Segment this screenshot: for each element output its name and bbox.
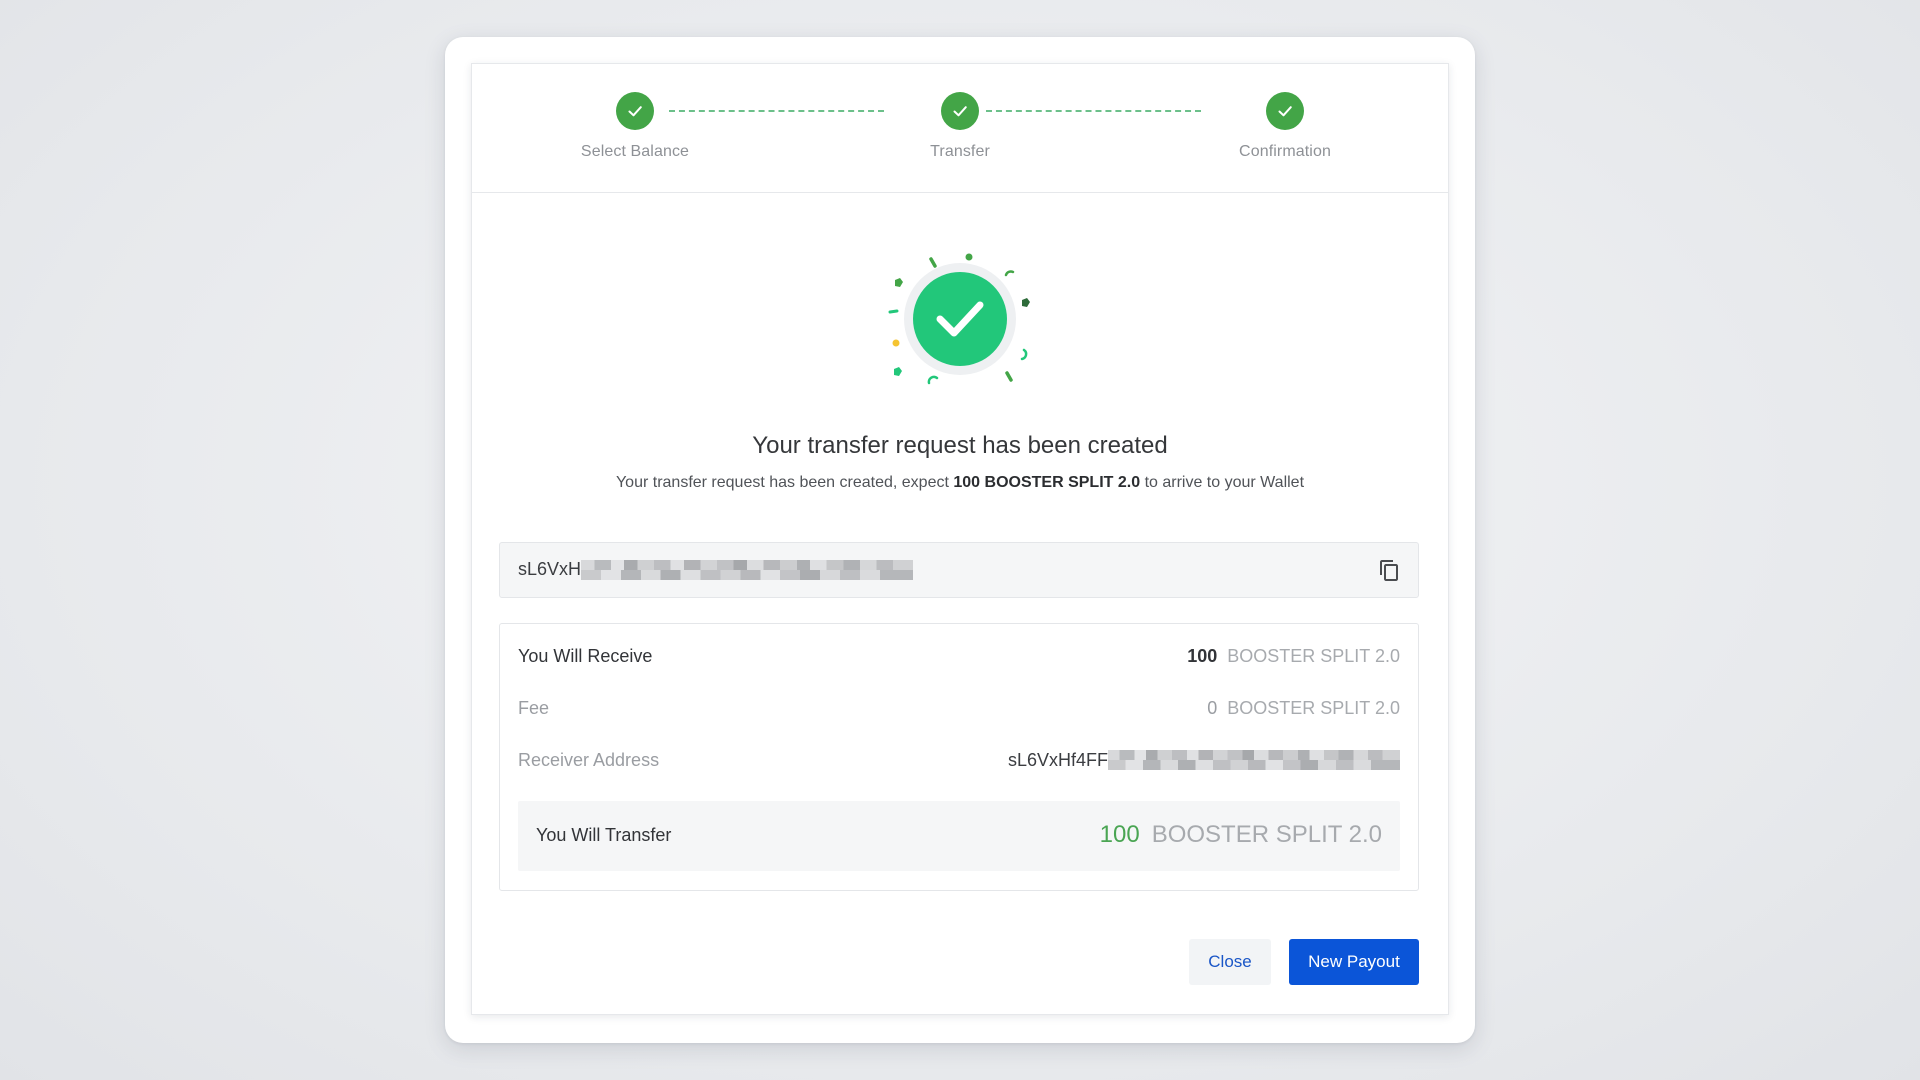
receiver-label: Receiver Address	[518, 749, 660, 770]
step-label: Select Balance	[580, 143, 690, 160]
payout-dialog: Select Balance Transfer Confirmation You…	[471, 63, 1449, 1015]
checkmark-icon	[953, 106, 967, 117]
redacted-address-mask	[1108, 750, 1400, 770]
success-check-icon	[888, 253, 1030, 385]
fee-currency: BOOSTER SPLIT 2.0	[1227, 697, 1400, 718]
receiver-address-value: sL6VxHf4FF	[1007, 749, 1108, 770]
progress-stepper: Select Balance Transfer Confirmation	[472, 64, 1448, 193]
result-headline: Your transfer request has been created	[752, 432, 1168, 459]
result-amount: 100 BOOSTER SPLIT 2.0	[953, 474, 1141, 491]
redacted-address-mask	[581, 560, 914, 581]
new-payout-button[interactable]: New Payout	[1289, 939, 1419, 985]
transfer-label: You Will Transfer	[536, 825, 672, 845]
receive-value: 100 BOOSTER SPLIT 2.0	[1187, 646, 1400, 667]
transaction-address-field[interactable]: sL6VxH	[499, 542, 1419, 598]
step-transfer: Transfer	[860, 92, 1060, 161]
fee-value: 0 BOOSTER SPLIT 2.0	[1207, 698, 1400, 719]
copy-icon	[1380, 560, 1398, 581]
checkmark-icon	[628, 106, 642, 117]
close-button[interactable]: Close	[1189, 939, 1271, 985]
fee-amount: 0	[1207, 697, 1218, 718]
step-label: Transfer	[930, 143, 990, 160]
result-description-prefix: Your transfer request has been created, …	[615, 474, 949, 491]
step-select-balance: Select Balance	[535, 92, 735, 161]
result-description-suffix: to arrive to your Wallet	[1144, 474, 1305, 491]
receiver-address: sL6VxHf4FF	[1008, 750, 1400, 771]
checkmark-icon	[1278, 106, 1292, 117]
payout-dialog-frame: Select Balance Transfer Confirmation You…	[445, 37, 1475, 1043]
receive-amount: 100	[1187, 645, 1218, 666]
copy-button[interactable]	[1376, 557, 1402, 583]
step-complete-badge	[616, 92, 654, 130]
success-illustration	[880, 239, 1040, 399]
step-complete-badge	[941, 92, 979, 130]
summary-row-receive: You Will Receive 100 BOOSTER SPLIT 2.0	[518, 644, 1400, 668]
summary-row-fee: Fee 0 BOOSTER SPLIT 2.0	[518, 696, 1400, 720]
step-complete-badge	[1266, 92, 1304, 130]
transfer-amount: 100	[1099, 821, 1140, 848]
transaction-address-value: sL6VxH	[518, 559, 582, 579]
receive-currency: BOOSTER SPLIT 2.0	[1227, 645, 1400, 666]
transfer-total: You Will Transfer 100 BOOSTER SPLIT 2.0	[518, 801, 1400, 871]
result-description: Your transfer request has been created, …	[472, 474, 1448, 492]
summary-row-receiver: Receiver Address sL6VxHf4FF	[518, 748, 1400, 772]
transfer-summary: You Will Receive 100 BOOSTER SPLIT 2.0 Fe…	[499, 623, 1419, 891]
transfer-value: 100 BOOSTER SPLIT 2.0	[1100, 821, 1382, 849]
transaction-address[interactable]: sL6VxH	[518, 559, 914, 581]
step-confirmation: Confirmation	[1185, 92, 1385, 161]
receive-label: You Will Receive	[518, 645, 653, 666]
fee-label: Fee	[518, 697, 550, 718]
transfer-currency: BOOSTER SPLIT 2.0	[1151, 821, 1382, 848]
step-label: Confirmation	[1239, 143, 1331, 160]
